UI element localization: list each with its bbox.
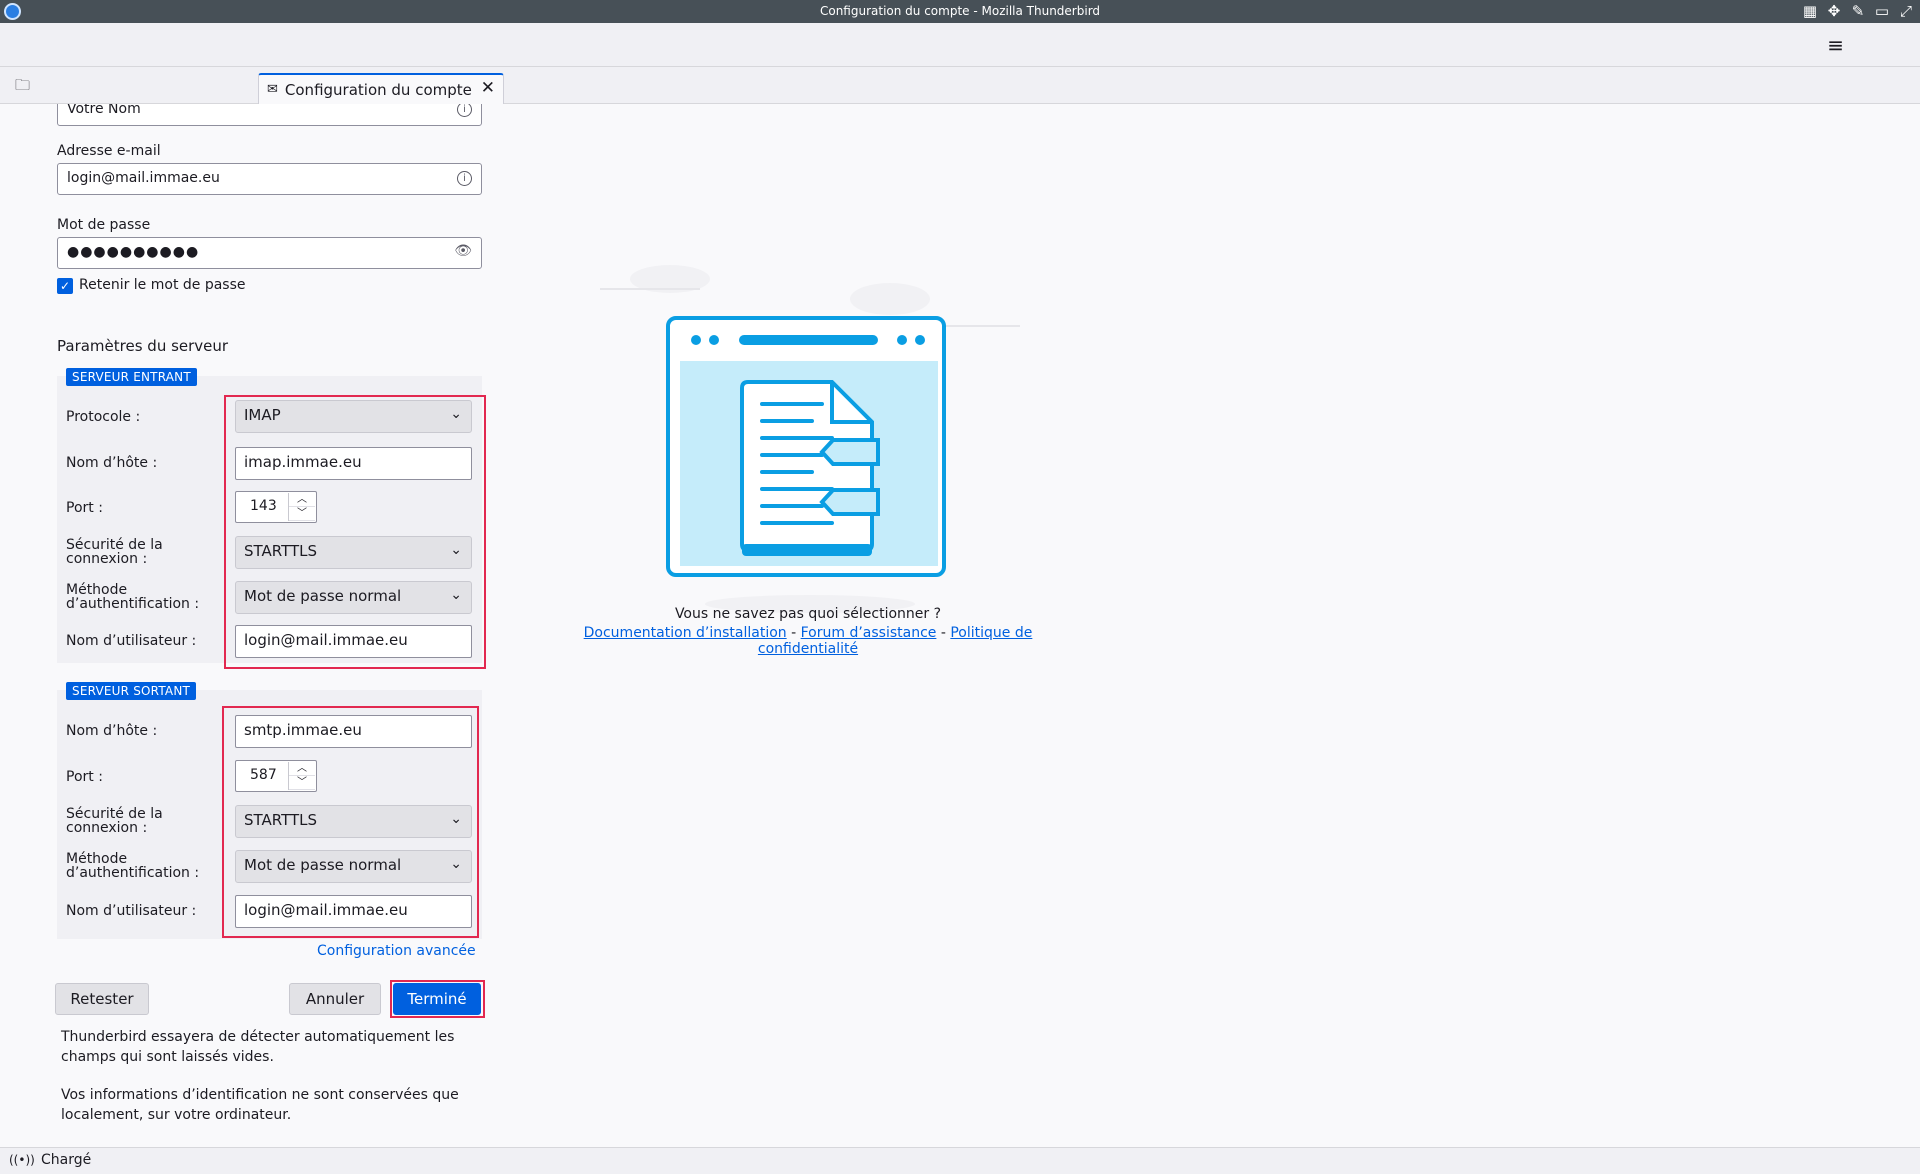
- main-toolbar: ≡: [0, 23, 1920, 67]
- account-setup-content: Votre Nom i Adresse e-mail login@mail.im…: [0, 104, 1920, 1147]
- info-icon[interactable]: i: [457, 171, 472, 186]
- email-label: Adresse e-mail: [57, 143, 161, 159]
- pin-window-icon[interactable]: ✎: [1850, 2, 1866, 20]
- outgoing-auth-label-line2: d’authentification :: [66, 865, 200, 881]
- window-title: Configuration du compte - Mozilla Thunde…: [819, 4, 1101, 18]
- address-bar: [739, 335, 878, 345]
- done-highlight-box: [390, 980, 485, 1018]
- maximize-window-icon[interactable]: ⤢: [1898, 2, 1914, 20]
- link-separator: -: [786, 625, 801, 641]
- connection-status-icon: ((•)): [9, 1153, 35, 1167]
- minimize-window-icon[interactable]: ▭: [1874, 2, 1890, 20]
- password-field[interactable]: ●●●●●●●●●● 👁: [57, 237, 482, 269]
- retest-button[interactable]: Retester: [55, 983, 149, 1015]
- outgoing-hostname-label: Nom d’hôte :: [66, 723, 158, 739]
- password-mask: ●●●●●●●●●●: [67, 244, 200, 260]
- folder-icon[interactable]: 🗀: [15, 75, 30, 100]
- incoming-server-badge: SERVEUR ENTRANT: [66, 368, 197, 386]
- incoming-security-label-line2: connexion :: [66, 551, 148, 567]
- link-separator: -: [936, 625, 951, 641]
- email-value: login@mail.immae.eu: [67, 170, 220, 186]
- advanced-config-link[interactable]: Configuration avancée: [317, 943, 476, 959]
- outgoing-highlight-box: [222, 706, 479, 938]
- credentials-note: Vos informations d’identification ne son…: [61, 1087, 459, 1123]
- outgoing-security-label: Sécurité de la connexion :: [66, 807, 163, 835]
- incoming-security-label: Sécurité de la connexion :: [66, 538, 163, 566]
- window-controls: ▦ ✥ ✎ ▭ ⤢: [1802, 2, 1914, 20]
- password-visibility-icon[interactable]: 👁: [454, 243, 473, 259]
- window-dot: [915, 335, 925, 345]
- document-tag-icon: [819, 438, 880, 466]
- remember-password-checkbox[interactable]: ✓: [57, 278, 73, 294]
- autodetect-note: Thunderbird essayera de détecter automat…: [61, 1029, 455, 1065]
- window-titlebar: Configuration du compte - Mozilla Thunde…: [0, 0, 1920, 23]
- tile-windows-icon[interactable]: ▦: [1802, 2, 1818, 20]
- move-window-icon[interactable]: ✥: [1826, 2, 1842, 20]
- outgoing-security-label-line1: Sécurité de la: [66, 806, 163, 822]
- outgoing-security-label-line2: connexion :: [66, 820, 148, 836]
- name-value: Votre Nom: [67, 104, 141, 117]
- server-settings-title: Paramètres du serveur: [57, 337, 229, 355]
- remember-password-label: Retenir le mot de passe: [79, 277, 246, 293]
- incoming-port-label: Port :: [66, 500, 103, 516]
- incoming-auth-label-line1: Méthode: [66, 582, 128, 598]
- tab-bar: 🗀 ✉ Configuration du compte ✕: [0, 67, 1920, 104]
- info-icon[interactable]: i: [457, 104, 472, 117]
- help-links: Documentation d’installation - Forum d’a…: [545, 625, 1071, 657]
- outgoing-port-label: Port :: [66, 769, 103, 785]
- tab-label: Configuration du compte: [284, 80, 472, 99]
- outgoing-auth-label: Méthode d’authentification :: [66, 852, 199, 880]
- help-title: Vous ne savez pas quoi sélectionner ?: [674, 606, 942, 622]
- incoming-auth-label-line2: d’authentification :: [66, 596, 200, 612]
- account-setup-icon: ✉: [267, 82, 278, 97]
- outgoing-auth-label-line1: Méthode: [66, 851, 128, 867]
- password-label: Mot de passe: [57, 217, 151, 233]
- incoming-auth-label: Méthode d’authentification :: [66, 583, 199, 611]
- support-forum-link[interactable]: Forum d’assistance: [801, 625, 937, 641]
- incoming-username-label: Nom d’utilisateur :: [66, 633, 197, 649]
- window-dot: [691, 335, 701, 345]
- incoming-highlight-box: [224, 395, 486, 669]
- hamburger-menu-icon[interactable]: ≡: [1827, 33, 1844, 57]
- outgoing-server-badge: SERVEUR SORTANT: [66, 682, 197, 700]
- email-field[interactable]: login@mail.immae.eu i: [57, 163, 482, 195]
- outgoing-username-label: Nom d’utilisateur :: [66, 903, 197, 919]
- status-bar: ((•)) Chargé: [0, 1147, 1920, 1174]
- account-setup-illustration: [600, 265, 1020, 613]
- incoming-protocol-label: Protocole :: [66, 409, 141, 425]
- window-dot: [709, 335, 719, 345]
- install-doc-link[interactable]: Documentation d’installation: [584, 625, 787, 641]
- cancel-button[interactable]: Annuler: [289, 983, 381, 1015]
- incoming-hostname-label: Nom d’hôte :: [66, 455, 158, 471]
- document-base: [742, 544, 872, 556]
- document-tag-icon: [819, 488, 880, 516]
- window-dot: [897, 335, 907, 345]
- tab-account-setup[interactable]: ✉ Configuration du compte ✕: [258, 73, 504, 104]
- status-text: Chargé: [41, 1152, 92, 1168]
- close-icon[interactable]: ✕: [481, 78, 495, 98]
- incoming-security-label-line1: Sécurité de la: [66, 537, 163, 553]
- name-field[interactable]: Votre Nom i: [57, 104, 482, 126]
